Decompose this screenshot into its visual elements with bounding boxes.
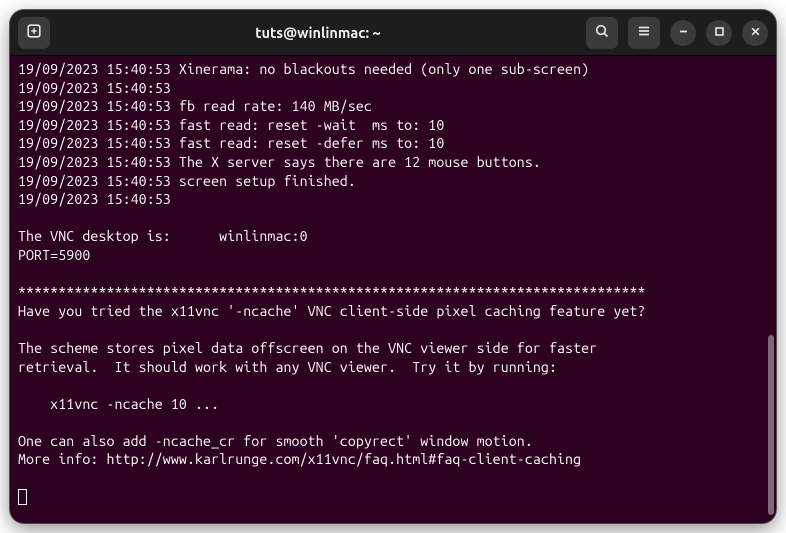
menu-button[interactable] — [628, 17, 660, 49]
terminal-output[interactable]: 19/09/2023 15:40:53 Xinerama: no blackou… — [10, 56, 766, 523]
maximize-icon — [713, 24, 726, 42]
new-tab-icon — [26, 23, 42, 43]
minimize-icon — [677, 24, 690, 42]
new-tab-button[interactable] — [18, 17, 50, 49]
hamburger-icon — [636, 23, 652, 43]
close-button[interactable] — [742, 20, 768, 46]
terminal-window: tuts@winlinmac: ~ — [10, 10, 776, 523]
scrollbar-track[interactable] — [766, 56, 776, 523]
titlebar: tuts@winlinmac: ~ — [10, 10, 776, 56]
minimize-button[interactable] — [670, 20, 696, 46]
cursor — [18, 489, 27, 505]
scrollbar-thumb[interactable] — [768, 335, 774, 515]
terminal-body: 19/09/2023 15:40:53 Xinerama: no blackou… — [10, 56, 776, 523]
close-icon — [749, 24, 762, 42]
search-icon — [594, 23, 610, 43]
search-button[interactable] — [586, 17, 618, 49]
window-title: tuts@winlinmac: ~ — [58, 24, 578, 41]
maximize-button[interactable] — [706, 20, 732, 46]
